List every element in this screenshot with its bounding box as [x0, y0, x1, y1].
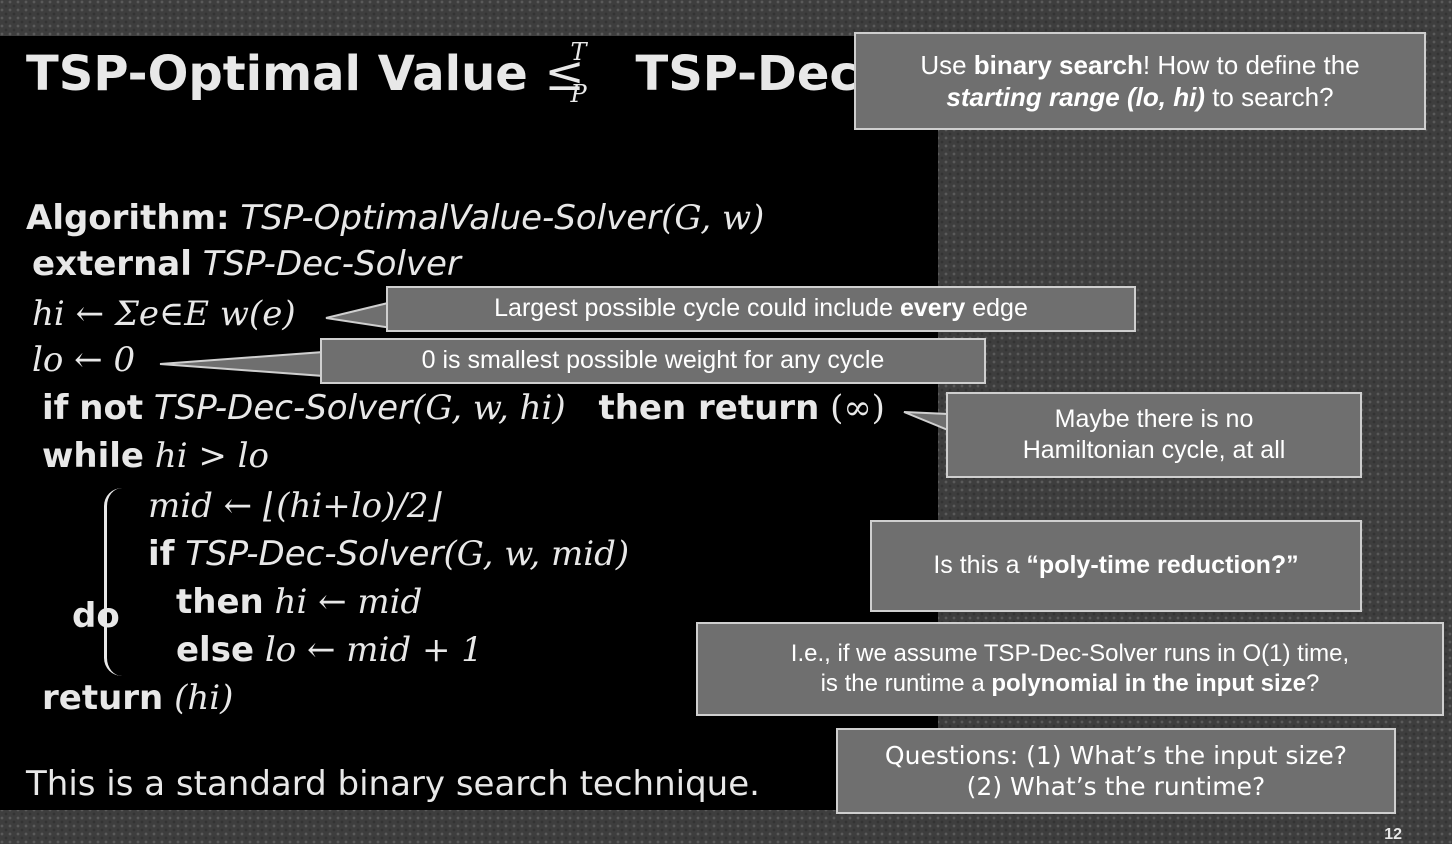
binary-search-pre: Use: [920, 49, 974, 80]
callout-poly-time: Is this a “poly-time reduction?”: [870, 520, 1362, 612]
questions-line2: (2) What’s the runtime?: [966, 772, 1266, 801]
page-number: 12: [1384, 826, 1402, 843]
largest-cycle-bold: every: [899, 294, 966, 323]
pointer-no-cycle: [903, 411, 949, 432]
binary-search-bold: binary search: [973, 49, 1143, 80]
callout-runtime: I.e., if we assume TSP-Dec-Solver runs i…: [696, 622, 1444, 716]
smallest-weight-text: 0 is smallest possible weight for any cy…: [421, 346, 885, 375]
binary-search-range: starting range (lo, hi): [946, 82, 1205, 112]
binary-search-mid: ! How to define the: [1142, 49, 1360, 80]
binary-search-post: to search?: [1204, 82, 1334, 112]
callout-largest-cycle: Largest possible cycle could include eve…: [386, 286, 1136, 332]
runtime-pre: is the runtime a: [820, 670, 992, 697]
largest-cycle-post: edge: [965, 294, 1028, 323]
runtime-bold: polynomial in the input size: [991, 670, 1307, 697]
callout-no-cycle: Maybe there is no Hamiltonian cycle, at a…: [946, 392, 1362, 478]
pointer-smallest-weight: [159, 350, 325, 378]
callout-binary-search: Use binary search! How to define the sta…: [854, 32, 1426, 130]
runtime-line1: I.e., if we assume TSP-Dec-Solver runs i…: [790, 640, 1350, 667]
poly-time-pre: Is this a: [933, 551, 1027, 580]
poly-time-bold: “poly-time reduction?”: [1026, 551, 1299, 580]
largest-cycle-pre: Largest possible cycle could include: [494, 294, 900, 323]
pointer-largest-cycle: [325, 300, 393, 330]
questions-line1: Questions: (1) What’s the input size?: [884, 740, 1348, 770]
runtime-post: ?: [1306, 670, 1320, 697]
no-cycle-line2: Hamiltonian cycle, at all: [1022, 436, 1286, 464]
no-cycle-line1: Maybe there is no: [1054, 404, 1254, 433]
callout-smallest-weight: 0 is smallest possible weight for any cy…: [320, 338, 986, 384]
callout-questions: Questions: (1) What’s the input size? (2)…: [836, 728, 1396, 814]
